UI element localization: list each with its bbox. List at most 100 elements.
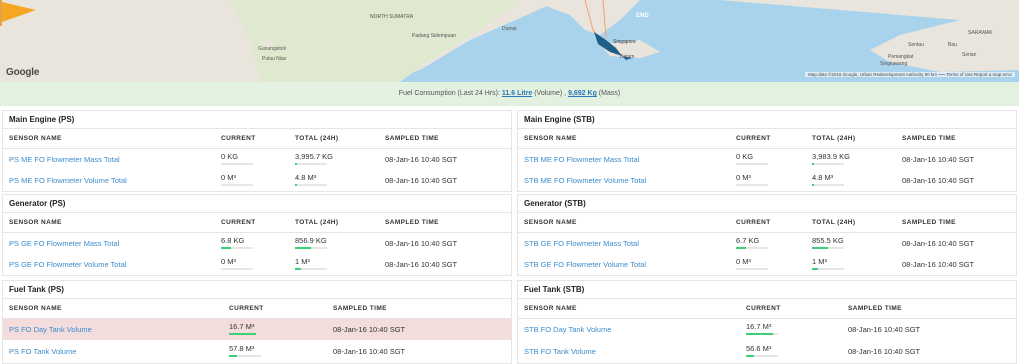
sensor-link[interactable]: PS FO Tank Volume (9, 347, 76, 356)
bar-fill (812, 163, 814, 165)
total-value: 4.8 M³ (812, 173, 834, 182)
sensor-link[interactable]: STB GE FO Flowmeter Volume Total (524, 260, 646, 269)
sensor-link[interactable]: STB GE FO Flowmeter Mass Total (524, 239, 639, 248)
map-attribution[interactable]: Map data ©2016 Google, Urban Redevelopme… (805, 72, 1015, 77)
col-sampled: SAMPLED TIME (902, 135, 956, 142)
fuel-volume-label: (Volume) , (532, 90, 569, 97)
current-value: 0 KG (736, 152, 754, 161)
current-value: 56.6 M³ (746, 344, 772, 353)
map-label: Singapore (613, 39, 636, 45)
panel-title: Main Engine (STB) (518, 111, 1016, 129)
sampled-time: 08-Jan-16 10:40 SGT (902, 239, 975, 248)
col-total: TOTAL (24H) (295, 135, 339, 142)
col-current: CURRENT (736, 219, 771, 226)
map-label: NORTH SUMATRA (370, 14, 414, 20)
fuel-consumption-prefix: Fuel Consumption (Last 24 Hrs): (398, 90, 502, 97)
sensor-link[interactable]: PS FO Day Tank Volume (9, 325, 92, 334)
sensor-link[interactable]: STB FO Day Tank Volume (524, 325, 611, 334)
panel-title: Main Engine (PS) (3, 111, 511, 129)
current-bar (736, 268, 768, 270)
total-value: 3,995.7 KG (295, 152, 333, 161)
bar-fill (295, 163, 297, 165)
bar-fill (736, 247, 746, 249)
map-land (0, 0, 1019, 82)
total-bar (812, 184, 844, 186)
total-value: 1 M³ (295, 257, 310, 266)
col-current: CURRENT (736, 135, 771, 142)
current-value: 0 M³ (736, 173, 751, 182)
panel-title: Generator (PS) (3, 195, 511, 213)
sensor-link[interactable]: PS ME FO Flowmeter Mass Total (9, 155, 120, 164)
table-row: PS GE FO Flowmeter Mass Total 6.8 KG 856… (3, 233, 511, 254)
bar-fill (221, 247, 231, 249)
sampled-time: 08-Jan-16 10:40 SGT (385, 155, 458, 164)
google-logo[interactable]: Google (6, 67, 39, 78)
sampled-time: 08-Jan-16 10:40 SGT (333, 347, 406, 356)
sampled-time: 08-Jan-16 10:40 SGT (385, 260, 458, 269)
sensor-link[interactable]: PS ME FO Flowmeter Volume Total (9, 176, 127, 185)
sensor-link[interactable]: PS GE FO Flowmeter Volume Total (9, 260, 126, 269)
bar-fill (746, 355, 754, 357)
total-bar (295, 184, 327, 186)
sampled-time: 08-Jan-16 10:40 SGT (385, 239, 458, 248)
map-label: Bau (948, 42, 957, 48)
current-bar (736, 163, 768, 165)
current-bar (736, 247, 768, 249)
sensor-link[interactable]: STB ME FO Flowmeter Mass Total (524, 155, 639, 164)
current-value: 16.7 M³ (746, 322, 772, 331)
panel-generator-stb: Generator (STB) SENSOR NAME CURRENT TOTA… (517, 194, 1017, 276)
total-bar (295, 247, 327, 249)
table-row: STB ME FO Flowmeter Volume Total 0 M³ 4.… (518, 170, 1016, 191)
fuel-volume-link[interactable]: 11.6 Litre (502, 90, 532, 97)
col-sampled: SAMPLED TIME (848, 305, 902, 312)
sensor-link[interactable]: STB ME FO Flowmeter Volume Total (524, 176, 646, 185)
map-label: Sentau (908, 42, 924, 48)
table-row: STB ME FO Flowmeter Mass Total 0 KG 3,98… (518, 149, 1016, 170)
col-sensor-name: SENSOR NAME (524, 219, 577, 226)
table-row: PS FO Tank Volume 57.8 M³ 08-Jan-16 10:4… (3, 341, 511, 362)
col-sensor-name: SENSOR NAME (9, 219, 62, 226)
current-bar (229, 355, 261, 357)
current-bar (736, 184, 768, 186)
current-value: 0 M³ (736, 257, 751, 266)
table-row: PS FO Day Tank Volume 16.7 M³ 08-Jan-16 … (3, 319, 511, 340)
total-bar (812, 268, 844, 270)
col-total: TOTAL (24H) (812, 135, 856, 142)
col-sampled: SAMPLED TIME (902, 219, 956, 226)
bar-fill (229, 333, 257, 335)
sensor-link[interactable]: PS GE FO Flowmeter Mass Total (9, 239, 119, 248)
col-sensor-name: SENSOR NAME (524, 135, 577, 142)
bar-fill (812, 247, 828, 249)
total-bar (812, 247, 844, 249)
current-value: 6.8 KG (221, 236, 245, 245)
fuel-mass-link[interactable]: 9,692 Kg (568, 90, 597, 97)
panel-fuel-tank-stb: Fuel Tank (STB) SENSOR NAME CURRENT SAMP… (517, 280, 1017, 364)
route-map[interactable]: NORTH SUMATRA Padang Sidempuan Dumai Gun… (0, 0, 1019, 82)
current-bar (221, 247, 253, 249)
bar-fill (812, 184, 814, 186)
total-value: 3,983.9 KG (812, 152, 850, 161)
current-value: 16.7 M³ (229, 322, 255, 331)
panel-main-engine-stb: Main Engine (STB) SENSOR NAME CURRENT TO… (517, 110, 1017, 192)
sampled-time: 08-Jan-16 10:40 SGT (902, 260, 975, 269)
map-label: Gunungsitoli (258, 46, 286, 52)
end-flag-label: END (636, 13, 649, 19)
panel-title: Fuel Tank (PS) (3, 281, 511, 299)
table-row: PS ME FO Flowmeter Mass Total 0 KG 3,995… (3, 149, 511, 170)
sampled-time: 08-Jan-16 10:40 SGT (902, 176, 975, 185)
fuel-mass-label: (Mass) (596, 90, 621, 97)
col-current: CURRENT (229, 305, 264, 312)
total-bar (295, 163, 327, 165)
current-bar (746, 333, 778, 335)
total-value: 856.9 KG (295, 236, 327, 245)
table-row: PS ME FO Flowmeter Volume Total 0 M³ 4.8… (3, 170, 511, 191)
sensor-link[interactable]: STB FO Tank Volume (524, 347, 596, 356)
bar-fill (812, 268, 819, 270)
current-bar (746, 355, 778, 357)
table-row: STB FO Tank Volume 56.6 M³ 08-Jan-16 10:… (518, 341, 1016, 362)
bar-fill (295, 247, 311, 249)
sampled-time: 08-Jan-16 10:40 SGT (333, 325, 406, 334)
total-value: 1 M³ (812, 257, 827, 266)
col-sampled: SAMPLED TIME (385, 135, 439, 142)
end-flag-icon[interactable] (0, 0, 38, 26)
